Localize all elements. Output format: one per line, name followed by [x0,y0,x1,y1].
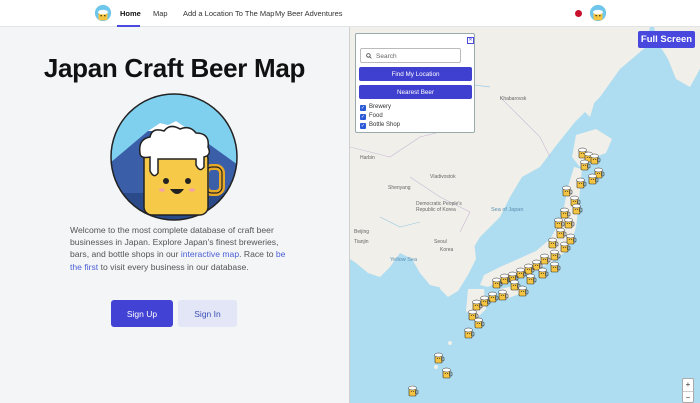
nav-map[interactable]: Map [153,9,168,18]
label-sea-of-japan: Sea of Japan [491,207,524,213]
beer-marker-icon[interactable] [518,285,529,297]
label-tianjin: Tianjin [354,239,369,245]
beer-marker-icon[interactable] [590,153,601,165]
full-screen-button[interactable]: Full Screen [638,31,695,48]
label-dprk: Democratic People's Republic of Korea [416,201,462,213]
beer-marker-icon[interactable] [576,177,587,189]
beer-marker-icon[interactable] [554,217,565,229]
desc-text-3: to visit every business in our database. [98,261,249,272]
beer-marker-icon[interactable] [580,159,591,171]
nav-my-beer-adventures[interactable]: My Beer Adventures [275,9,343,18]
checkbox-checked-icon[interactable]: ✓ [360,114,366,120]
zoom-control: + − [682,378,694,403]
nav-add-location[interactable]: Add a Location To The Map [183,9,274,18]
search-icon [366,53,372,59]
close-icon[interactable]: ✕ [467,37,474,44]
sign-up-button[interactable]: Sign Up [111,300,173,327]
beer-marker-icon[interactable] [442,367,453,379]
filter-label-brewery: Brewery [369,104,392,110]
checkbox-checked-icon[interactable]: ✓ [360,123,366,129]
beer-marker-icon[interactable] [408,385,419,397]
top-nav: Home Map Add a Location To The Map My Be… [0,0,700,27]
beer-marker-icon[interactable] [548,237,559,249]
beer-marker-icon[interactable] [526,273,537,285]
beer-marker-icon[interactable] [550,249,561,261]
nav-home[interactable]: Home [120,9,141,18]
beer-marker-icon[interactable] [492,277,503,289]
filter-brewery[interactable]: ✓ Brewery [360,104,391,111]
sign-in-button[interactable]: Sign In [178,300,237,327]
label-korea: Korea [440,247,454,253]
filter-food[interactable]: ✓ Food [360,113,383,120]
beer-logo-icon[interactable] [94,4,112,22]
map-control-panel: ✕ Search Find My Location Nearest Beer ✓… [355,33,475,133]
zoom-in-button[interactable]: + [683,379,693,391]
nearest-beer-button[interactable]: Nearest Beer [359,85,472,99]
page-title: Japan Craft Beer Map [43,53,306,83]
desc-text-2: . Race to [239,249,276,260]
label-seoul: Seoul [434,239,447,245]
label-yellow-sea: Yellow Sea [390,257,418,263]
checkbox-checked-icon[interactable]: ✓ [360,105,366,111]
avatar[interactable] [589,4,607,22]
label-vladivostok: Vladivostok [430,174,456,180]
search-placeholder: Search [376,53,397,60]
filter-label-food: Food [369,113,383,119]
find-my-location-button[interactable]: Find My Location [359,67,472,81]
filter-label-bottle-shop: Bottle Shop [369,122,401,128]
hero-panel: Japan Craft Beer Map Welcome to the most… [0,27,349,403]
label-shenyang: Shenyang [388,185,411,191]
beer-marker-icon[interactable] [498,289,509,301]
filter-bottle-shop[interactable]: ✓ Bottle Shop [360,122,400,129]
zoom-out-button[interactable]: − [683,392,693,403]
beer-mascot-illustration [110,93,238,221]
label-khabarovsk: Khabarovsk [500,96,527,102]
beer-marker-icon[interactable] [474,317,485,329]
interactive-map-link[interactable]: interactive map [181,249,239,259]
japan-flag-icon[interactable] [575,10,582,17]
beer-marker-icon[interactable] [434,352,445,364]
label-beijing: Beijing [354,229,370,235]
map-view[interactable]: Khabarovsk Harbin Vladivostok Shenyang D… [349,27,700,403]
beer-marker-icon[interactable] [572,203,583,215]
beer-marker-icon[interactable] [464,327,475,339]
beer-marker-icon[interactable] [588,173,599,185]
beer-marker-icon[interactable] [566,233,577,245]
beer-marker-icon[interactable] [550,261,561,273]
label-harbin: Harbin [360,155,375,161]
beer-marker-icon[interactable] [538,267,549,279]
hero-description: Welcome to the most complete database of… [70,224,290,273]
search-input[interactable]: Search [360,48,461,63]
